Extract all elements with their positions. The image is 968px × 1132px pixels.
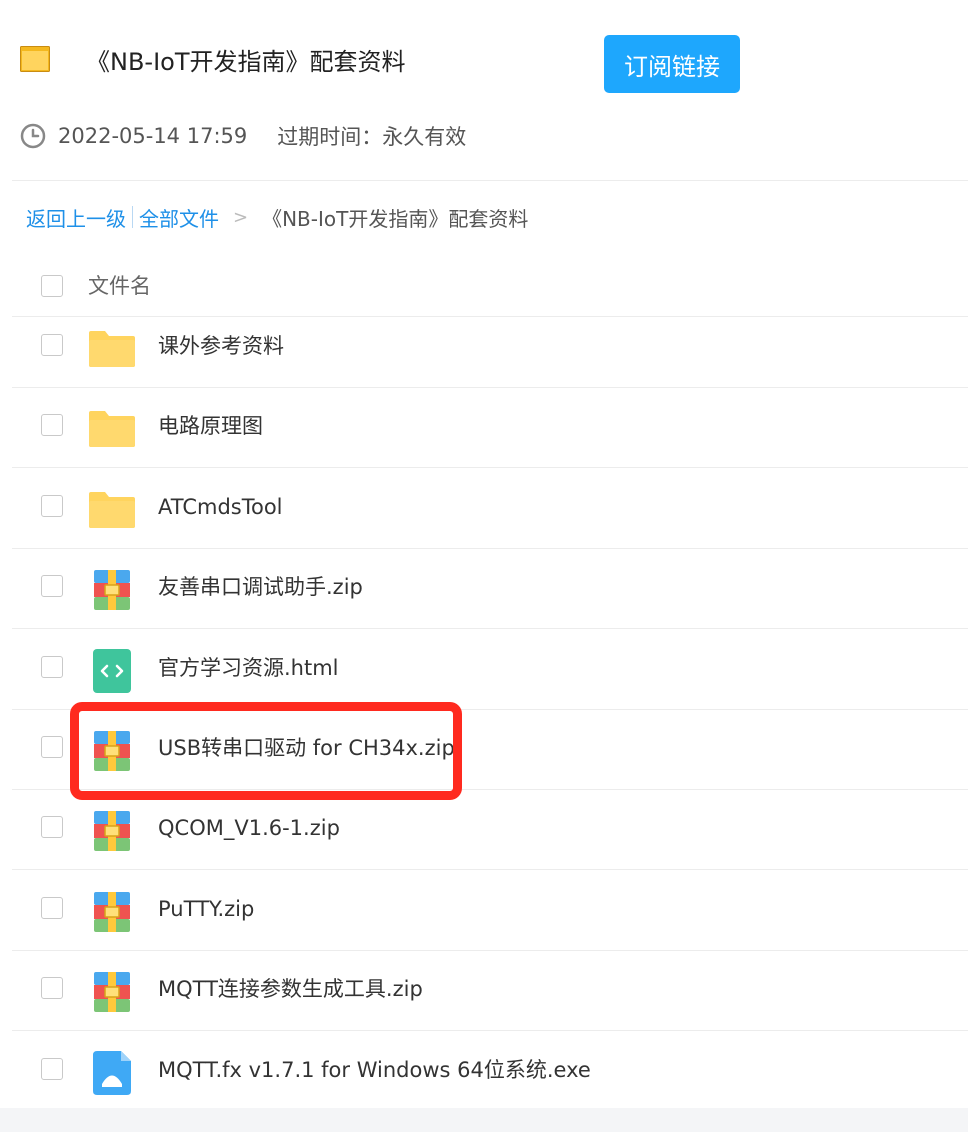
row-divider [12,708,968,710]
zip-icon [86,890,138,934]
row-divider [12,467,968,469]
row-checkbox[interactable] [41,575,63,598]
row-checkbox[interactable] [41,414,63,437]
breadcrumb-separator [132,206,133,228]
breadcrumb: 返回上一级 全部文件 > 《NB-IoT开发指南》配套资料 [26,200,528,234]
file-name[interactable]: ATCmdsTool [158,492,283,522]
row-divider [12,1030,968,1032]
file-row[interactable]: 友善串口调试助手.zip [0,558,968,638]
file-row[interactable]: USB转串口驱动 for CH34x.zip [0,719,968,799]
row-divider [12,869,968,871]
file-name[interactable]: QCOM_V1.6-1.zip [158,813,340,843]
row-divider [12,949,968,951]
row-checkbox[interactable] [41,494,63,517]
file-row[interactable]: 电路原理图 [0,397,968,477]
file-name[interactable]: 课外参考资料 [158,331,284,361]
file-row[interactable]: ATCmdsTool [0,478,968,558]
file-name[interactable]: USB转串口驱动 for CH34x.zip [158,733,455,763]
row-divider [12,628,968,630]
share-meta: 2022-05-14 17:59 过期时间： 永久有效 [20,120,466,152]
row-checkbox[interactable] [41,977,63,1000]
footer-band [0,1108,968,1132]
file-row[interactable]: MQTT连接参数生成工具.zip [0,960,968,1040]
breadcrumb-arrow: > [233,206,249,228]
row-checkbox[interactable] [41,655,63,678]
file-row[interactable]: 课外参考资料 [0,317,968,397]
select-all-checkbox[interactable] [41,275,63,297]
file-name[interactable]: PuTTY.zip [158,894,254,924]
expire-value: 永久有效 [382,125,467,149]
row-checkbox[interactable] [41,896,63,919]
row-divider [12,387,968,388]
folder-icon [86,488,138,532]
file-row[interactable]: QCOM_V1.6-1.zip [0,799,968,879]
folder-icon [20,46,50,72]
all-files-link[interactable]: 全部文件 [139,203,219,232]
file-name[interactable]: MQTT.fx v1.7.1 for Windows 64位系统.exe [158,1055,591,1085]
row-checkbox[interactable] [41,816,63,839]
file-name[interactable]: 电路原理图 [158,411,263,441]
zip-icon [86,729,138,773]
html-file-icon [86,648,138,693]
row-checkbox[interactable] [41,334,63,356]
page-title: 《NB-IoT开发指南》配套资料 [86,48,406,76]
file-name[interactable]: 官方学习资源.html [158,653,339,683]
subscribe-link-button[interactable]: 订阅链接 [604,35,740,93]
file-name[interactable]: MQTT连接参数生成工具.zip [158,974,423,1004]
file-row[interactable]: 官方学习资源.html [0,639,968,719]
row-divider [12,789,968,790]
file-name[interactable]: 友善串口调试助手.zip [158,572,363,602]
exe-file-icon [86,1050,138,1095]
back-link[interactable]: 返回上一级 [26,203,126,232]
row-divider [12,547,968,549]
breadcrumb-current: 《NB-IoT开发指南》配套资料 [262,206,529,231]
share-date: 2022-05-14 17:59 [58,124,248,148]
expire-label: 过期时间： [277,125,383,149]
zip-icon [86,970,138,1014]
file-row[interactable]: PuTTY.zip [0,880,968,960]
row-checkbox[interactable] [41,736,63,758]
zip-icon [86,809,138,853]
folder-icon [86,327,138,371]
file-list-header: 文件名 [0,262,968,316]
divider [12,180,968,181]
share-header: 《NB-IoT开发指南》配套资料 订阅链接 2022-05-14 17:59 过… [0,0,968,180]
zip-icon [86,568,138,612]
clock-icon [20,123,46,149]
column-filename: 文件名 [88,274,151,298]
row-checkbox[interactable] [41,1057,63,1080]
folder-icon [86,407,138,451]
